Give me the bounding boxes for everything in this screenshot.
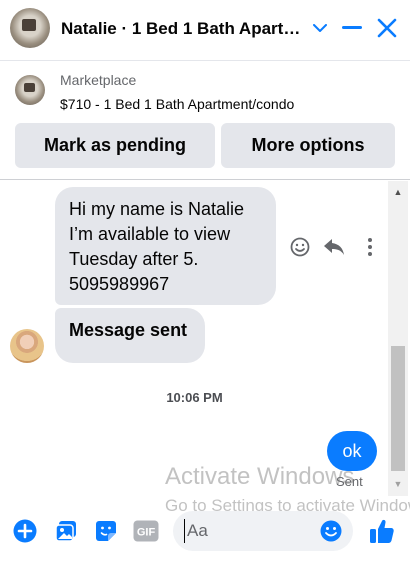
message-input[interactable] bbox=[184, 519, 314, 543]
gif-label: GIF bbox=[137, 527, 156, 539]
message-line: Hi my name is Natalie bbox=[69, 199, 245, 219]
message-input-wrapper bbox=[173, 511, 353, 551]
message-line: Tuesday after 5. bbox=[69, 249, 199, 269]
message-line: 5095989967 bbox=[69, 274, 170, 294]
marketplace-card: Marketplace $710 - 1 Bed 1 Bath Apartmen… bbox=[0, 60, 410, 180]
react-icon[interactable] bbox=[289, 236, 311, 258]
listing-avatar[interactable] bbox=[10, 8, 50, 48]
scrollbar-thumb[interactable] bbox=[391, 346, 405, 471]
photo-icon[interactable] bbox=[53, 518, 79, 544]
chevron-down-icon[interactable] bbox=[308, 16, 332, 40]
marketplace-label: Marketplace bbox=[60, 72, 137, 88]
composer-bar: GIF bbox=[0, 505, 410, 561]
more-actions-icon[interactable] bbox=[359, 236, 381, 258]
incoming-message-bubble[interactable]: Hi my name is Natalie I’m available to v… bbox=[55, 187, 276, 305]
mark-as-pending-button[interactable]: Mark as pending bbox=[15, 123, 215, 168]
gif-icon[interactable]: GIF bbox=[133, 518, 159, 544]
like-thumbs-up-icon[interactable] bbox=[368, 517, 396, 545]
sender-avatar[interactable] bbox=[10, 329, 44, 363]
message-scrollbar[interactable]: ▲ ▼ bbox=[388, 181, 408, 496]
chat-header: Natalie · 1 Bed 1 Bath Apartment/condo bbox=[0, 0, 410, 60]
message-list[interactable]: Hi my name is Natalie I’m available to v… bbox=[0, 181, 410, 496]
plus-icon[interactable] bbox=[12, 518, 38, 544]
message-timestamp: 10:06 PM bbox=[166, 390, 223, 405]
minimize-icon[interactable] bbox=[340, 16, 364, 40]
message-line: I’m available to view bbox=[69, 224, 231, 244]
more-options-button[interactable]: More options bbox=[221, 123, 395, 168]
close-icon[interactable] bbox=[375, 16, 399, 40]
scroll-up-arrow-icon[interactable]: ▲ bbox=[388, 185, 408, 199]
sticker-icon[interactable] bbox=[93, 518, 119, 544]
activate-windows-title: Activate Windows bbox=[165, 463, 355, 490]
scroll-down-arrow-icon[interactable]: ▼ bbox=[388, 477, 408, 491]
emoji-icon[interactable] bbox=[319, 519, 343, 543]
chat-title[interactable]: Natalie · 1 Bed 1 Bath Apartment/condo bbox=[61, 19, 301, 39]
reply-icon[interactable] bbox=[323, 236, 345, 258]
listing-title[interactable]: $710 - 1 Bed 1 Bath Apartment/condo bbox=[60, 96, 294, 112]
status-message-bubble[interactable]: Message sent bbox=[55, 308, 205, 363]
listing-thumbnail[interactable] bbox=[15, 75, 45, 105]
